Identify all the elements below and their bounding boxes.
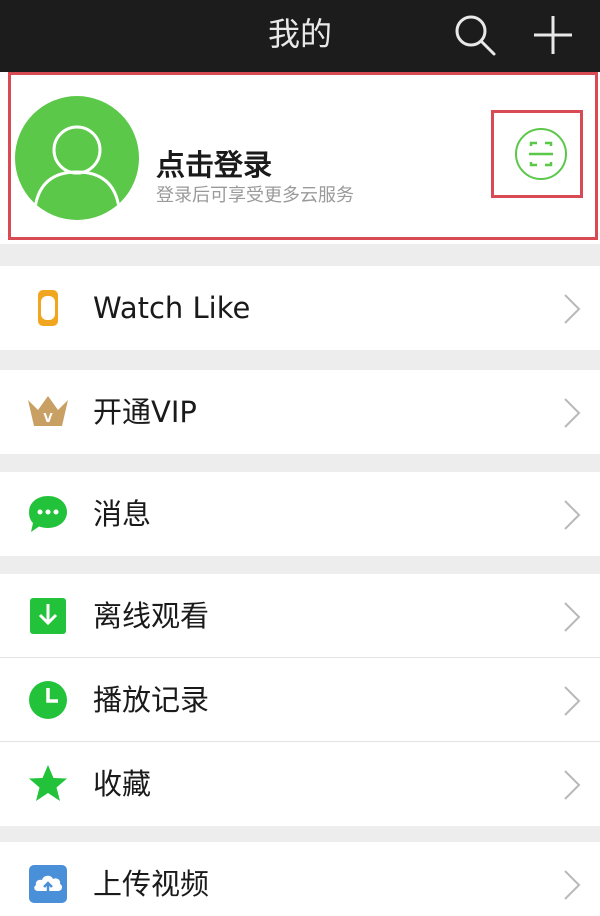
menu-item-favorites[interactable]: 收藏: [0, 742, 600, 826]
svg-text:V: V: [43, 411, 53, 425]
section-messages: 消息: [0, 472, 600, 556]
menu-label-messages: 消息: [93, 497, 152, 531]
chevron-right-icon: [564, 398, 581, 428]
menu-label-watch-like: Watch Like: [93, 291, 251, 325]
page-title: 我的: [267, 15, 332, 53]
menu-label-offline: 离线观看: [93, 599, 210, 633]
login-title[interactable]: 点击登录: [156, 142, 272, 184]
search-icon[interactable]: [452, 12, 498, 58]
section-watch: Watch Like: [0, 266, 600, 350]
chat-bubble-icon: [29, 496, 67, 532]
menu-label-history: 播放记录: [93, 683, 210, 717]
section-library: 离线观看 播放记录 收藏: [0, 574, 600, 826]
chevron-right-icon: [564, 294, 581, 324]
star-icon: [29, 765, 67, 801]
clock-icon: [29, 681, 67, 719]
scan-qr-icon[interactable]: [515, 128, 567, 180]
plus-icon[interactable]: [530, 12, 576, 58]
download-icon: [30, 598, 66, 634]
chevron-right-icon: [564, 770, 581, 800]
menu-item-offline[interactable]: 离线观看: [0, 574, 600, 658]
chevron-right-icon: [564, 686, 581, 716]
login-subtitle: 登录后可享受更多云服务: [156, 185, 354, 206]
menu-label-favorites: 收藏: [93, 767, 152, 801]
menu-label-upload: 上传视频: [93, 867, 210, 901]
section-upload: 上传视频: [0, 842, 600, 916]
top-bar: 我的: [0, 0, 600, 72]
menu-item-vip[interactable]: V 开通VIP: [0, 370, 600, 454]
menu-item-history[interactable]: 播放记录: [0, 658, 600, 742]
menu-label-vip: 开通VIP: [93, 395, 197, 429]
user-avatar-icon[interactable]: [15, 96, 139, 220]
menu-item-watch-like[interactable]: Watch Like: [0, 266, 600, 350]
menu-item-upload[interactable]: 上传视频: [0, 842, 600, 916]
cloud-upload-icon: [29, 865, 67, 903]
chevron-right-icon: [564, 602, 581, 632]
section-vip: V 开通VIP: [0, 370, 600, 454]
scan-button-highlight: [491, 110, 583, 198]
chevron-right-icon: [564, 870, 581, 900]
app-screen: 我的 点击登录 登录后可享受更多云服务 Watch Like V 开通VIP 消…: [0, 0, 600, 916]
crown-icon: V: [28, 396, 68, 426]
watch-icon: [38, 290, 58, 326]
chevron-right-icon: [564, 500, 581, 530]
login-card[interactable]: 点击登录 登录后可享受更多云服务: [0, 72, 600, 244]
menu-item-messages[interactable]: 消息: [0, 472, 600, 556]
